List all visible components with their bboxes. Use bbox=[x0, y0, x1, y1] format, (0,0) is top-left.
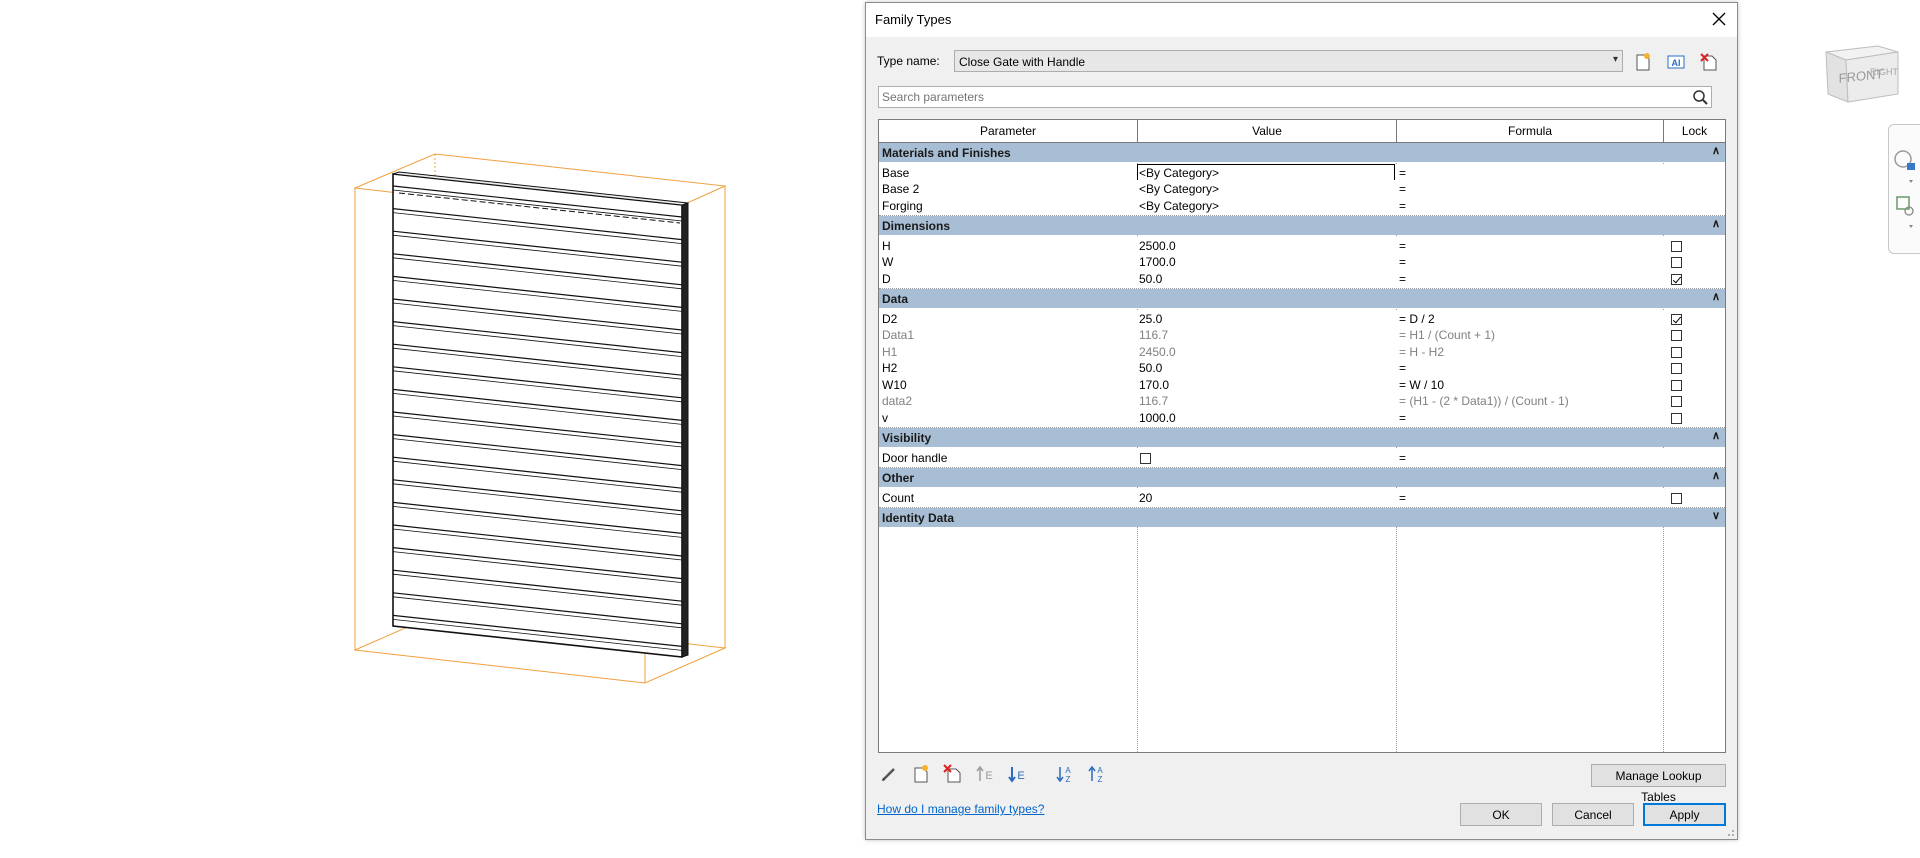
collapse-icon[interactable]: ∧ bbox=[1712, 429, 1720, 442]
new-parameter-icon[interactable] bbox=[910, 763, 932, 785]
collapse-icon[interactable]: ∧ bbox=[1712, 217, 1720, 230]
group-label: Data bbox=[882, 292, 909, 306]
parameter-row[interactable]: Door handle = bbox=[879, 448, 1725, 468]
group-header[interactable]: Other ∧ bbox=[879, 468, 1725, 487]
apply-button[interactable]: Apply bbox=[1643, 803, 1726, 826]
parameter-name[interactable]: Forging bbox=[882, 197, 1132, 216]
resize-grip-icon[interactable] bbox=[1725, 827, 1735, 837]
close-icon[interactable] bbox=[1707, 7, 1731, 31]
move-up-icon[interactable]: E bbox=[974, 763, 996, 785]
lock-checkbox[interactable] bbox=[1671, 257, 1682, 268]
parameter-name[interactable]: Door handle bbox=[882, 449, 1132, 468]
gate-panel bbox=[392, 171, 689, 658]
parameter-formula[interactable]: = bbox=[1399, 409, 1659, 428]
group-label: Materials and Finishes bbox=[882, 146, 1011, 160]
parameter-value[interactable]: <By Category> bbox=[1139, 197, 1389, 216]
parameter-row[interactable]: Count 20 = bbox=[879, 488, 1725, 508]
column-header-parameter[interactable]: Parameter bbox=[879, 120, 1138, 143]
parameter-formula[interactable]: = bbox=[1399, 197, 1659, 216]
gate-3d-model[interactable] bbox=[340, 145, 740, 695]
svg-text:Z: Z bbox=[1066, 775, 1071, 784]
lock-checkbox[interactable] bbox=[1671, 492, 1682, 504]
group-header[interactable]: Visibility ∧ bbox=[879, 428, 1725, 447]
dialog-title-bar[interactable]: Family Types bbox=[866, 3, 1737, 37]
value-checkbox[interactable] bbox=[1140, 452, 1151, 464]
new-type-icon[interactable] bbox=[1632, 51, 1654, 73]
search-icon[interactable] bbox=[1691, 88, 1709, 106]
lock-checkbox[interactable] bbox=[1671, 273, 1682, 285]
svg-text:E: E bbox=[1017, 770, 1024, 782]
search-parameters-field[interactable] bbox=[878, 86, 1712, 108]
lock-checkbox[interactable] bbox=[1671, 346, 1682, 358]
lock-checkbox[interactable] bbox=[1671, 396, 1682, 407]
sort-ascending-icon[interactable]: A Z bbox=[1054, 763, 1076, 785]
collapse-icon[interactable]: ∧ bbox=[1712, 290, 1720, 303]
delete-parameter-icon[interactable] bbox=[942, 763, 964, 785]
parameter-value[interactable]: 20 bbox=[1139, 489, 1389, 508]
lock-checkbox[interactable] bbox=[1671, 412, 1682, 424]
lock-checkbox[interactable] bbox=[1671, 379, 1682, 391]
group-label: Other bbox=[882, 471, 915, 485]
type-name-value: Close Gate with Handle bbox=[959, 55, 1086, 69]
lock-checkbox[interactable] bbox=[1671, 330, 1682, 341]
move-down-icon[interactable]: E bbox=[1006, 763, 1028, 785]
navigation-bar[interactable] bbox=[1888, 124, 1920, 254]
chevron-down-icon: ▾ bbox=[1612, 54, 1618, 65]
type-name-label: Type name: bbox=[877, 54, 940, 68]
svg-text:AI: AI bbox=[1672, 58, 1681, 68]
parameter-formula[interactable]: = bbox=[1399, 270, 1659, 289]
parameter-name[interactable]: D bbox=[882, 270, 1132, 289]
sort-descending-icon[interactable]: A Z bbox=[1086, 763, 1108, 785]
group-header[interactable]: Data ∧ bbox=[879, 289, 1725, 308]
parameter-formula[interactable]: = bbox=[1399, 489, 1659, 508]
ok-button[interactable]: OK bbox=[1460, 803, 1542, 826]
parameter-name[interactable]: v bbox=[882, 409, 1132, 428]
rename-type-icon[interactable]: AI bbox=[1665, 51, 1687, 73]
column-header-formula[interactable]: Formula bbox=[1397, 120, 1664, 143]
parameter-value[interactable]: 1000.0 bbox=[1139, 409, 1389, 428]
group-label: Dimensions bbox=[882, 219, 951, 233]
group-header[interactable]: Identity Data ∨ bbox=[879, 508, 1725, 527]
parameter-formula[interactable]: = bbox=[1399, 449, 1659, 468]
family-types-dialog: Family Types Type name: Close Gate with … bbox=[865, 2, 1738, 840]
type-name-select[interactable]: Close Gate with Handle ▾ bbox=[954, 50, 1623, 72]
group-label: Visibility bbox=[882, 431, 932, 445]
edit-parameter-icon[interactable] bbox=[878, 763, 900, 785]
lock-checkbox[interactable] bbox=[1671, 363, 1682, 374]
group-header[interactable]: Dimensions ∧ bbox=[879, 216, 1725, 235]
manage-lookup-tables-button[interactable]: Manage Lookup Tables bbox=[1591, 764, 1726, 804]
dialog-title: Family Types bbox=[875, 12, 952, 27]
expand-icon[interactable]: ∨ bbox=[1712, 509, 1720, 522]
parameter-name[interactable]: Count bbox=[882, 489, 1132, 508]
collapse-icon[interactable]: ∧ bbox=[1712, 144, 1720, 157]
column-header-value[interactable]: Value bbox=[1138, 120, 1397, 143]
group-label: Identity Data bbox=[882, 511, 955, 525]
cancel-button[interactable]: Cancel bbox=[1552, 803, 1634, 826]
search-input[interactable] bbox=[882, 89, 1672, 105]
parameter-row[interactable]: D 50.0 = bbox=[879, 269, 1725, 289]
group-header[interactable]: Materials and Finishes ∧ bbox=[879, 143, 1725, 162]
parameter-row[interactable]: v 1000.0 = bbox=[879, 408, 1725, 428]
svg-text:A: A bbox=[1097, 766, 1103, 775]
lock-checkbox[interactable] bbox=[1671, 240, 1682, 252]
column-header-lock[interactable]: Lock bbox=[1664, 120, 1725, 143]
lock-checkbox[interactable] bbox=[1671, 313, 1682, 325]
delete-type-icon[interactable] bbox=[1698, 51, 1720, 73]
parameter-row[interactable]: Forging <By Category> = bbox=[879, 196, 1725, 216]
help-link[interactable]: How do I manage family types? bbox=[877, 802, 1044, 816]
parameters-grid: Parameter Value Formula Lock Materials a… bbox=[878, 119, 1726, 753]
view-cube[interactable]: FRONT RIGHT bbox=[1818, 30, 1904, 108]
viewcube-right-label: RIGHT bbox=[1870, 67, 1899, 77]
svg-text:E: E bbox=[985, 770, 992, 782]
svg-text:Z: Z bbox=[1098, 775, 1103, 784]
collapse-icon[interactable]: ∧ bbox=[1712, 469, 1720, 482]
parameter-value[interactable]: 50.0 bbox=[1139, 270, 1389, 289]
svg-text:A: A bbox=[1065, 766, 1071, 775]
